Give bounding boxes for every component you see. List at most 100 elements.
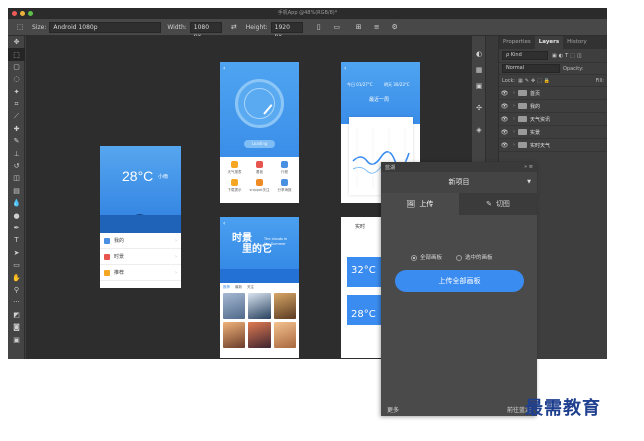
menu-item-recommend[interactable]: 推荐 › [100,265,181,281]
move-tool-icon[interactable]: ✥ [8,36,25,48]
history-brush-icon[interactable]: ↺ [8,160,25,172]
expand-arrow-icon[interactable]: › [510,142,518,148]
tab-latest[interactable]: 最新 [235,285,242,289]
grid-item[interactable]: 天气报表 [222,161,247,175]
visibility-eye-icon[interactable]: 👁 [499,142,510,149]
expand-arrow-icon[interactable]: › [510,116,518,122]
layer-filter-select[interactable]: ρ Kind [502,51,548,60]
radio-selected-artboards[interactable]: 选中的画板 [456,253,493,261]
quick-mask-icon[interactable]: ◙ [8,321,25,333]
photo-thumb[interactable] [248,293,271,319]
photo-thumb[interactable] [223,293,246,319]
gradient-tool-icon[interactable]: ▤ [8,185,25,197]
artboard-gauge[interactable]: ‹ Loading 天气报表 看板 行程 下载提示 snippet关注 分享海报 [220,62,299,203]
project-select[interactable]: 新项目 ▼ [381,172,537,193]
adjustments-panel-icon[interactable]: ✣ [472,100,486,116]
layer-row[interactable]: 👁 › 实景 [499,126,607,139]
expand-arrow-icon[interactable]: › [510,129,518,135]
filter-icons[interactable]: ▣◐T⬚◫ [552,53,584,59]
height-field[interactable]: 1920 px [270,21,303,40]
layer-row[interactable]: 👁 › 天气资讯 [499,113,607,126]
layer-row[interactable]: 👁 › 首页 [499,87,607,100]
stamp-tool-icon[interactable]: ⊥ [8,148,25,160]
magic-wand-icon[interactable]: ✦ [8,86,25,98]
blend-mode-select[interactable]: Normal [502,64,560,73]
align-icon[interactable]: ≡ [371,22,383,33]
eyedropper-icon[interactable]: ⟋ [8,110,25,122]
artboard-tool-icon[interactable]: ⬚ [8,48,25,61]
add-artboard-icon[interactable]: ⊞ [353,22,365,33]
path-selection-icon[interactable]: ➤ [8,247,25,259]
minimize-window-button[interactable] [20,11,25,16]
gauge-button[interactable]: Loading [244,140,275,148]
menu-item-scene[interactable]: 时景 › [100,249,181,265]
landscape-icon[interactable]: ▭ [331,22,343,33]
width-field[interactable]: 1080 px [189,21,222,40]
tab-follow[interactable]: 关注 [247,285,254,289]
pen-tool-icon[interactable]: ✒ [8,222,25,234]
back-icon[interactable]: ‹ [344,65,346,72]
grid-item[interactable]: 行程 [272,161,297,175]
tab-slice[interactable]: ✎ 切图 [459,193,537,215]
hand-tool-icon[interactable]: ✋ [8,271,25,283]
lasso-tool-icon[interactable]: ◌ [8,73,25,85]
photo-thumb[interactable] [273,322,296,348]
zoom-tool-icon[interactable]: ⚲ [8,284,25,296]
artboard-gallery[interactable]: ‹ 时景 里的它 The clouds in the Summer 推荐 最新 … [220,217,299,358]
expand-arrow-icon[interactable]: › [510,90,518,96]
blur-tool-icon[interactable]: 💧 [8,197,25,209]
brush-tool-icon[interactable]: ✎ [8,135,25,147]
healing-brush-icon[interactable]: ✚ [8,123,25,135]
tab-properties[interactable]: Properties [499,36,535,49]
radio-all-artboards[interactable]: 全部画板 [411,253,442,261]
marquee-tool-icon[interactable]: ▢ [8,61,25,73]
photo-thumb[interactable] [273,293,296,319]
swap-icon[interactable]: ⇄ [228,22,240,33]
rectangle-tool-icon[interactable]: ▭ [8,259,25,271]
size-select[interactable]: Android 1080p [49,21,162,33]
swatches-panel-icon[interactable]: ▦ [472,62,486,78]
screen-mode-icon[interactable]: ▣ [8,333,25,345]
more-tools-icon[interactable]: ··· [8,296,25,308]
panel-menu-icon[interactable]: » ≡ [524,164,533,170]
visibility-eye-icon[interactable]: 👁 [499,103,510,110]
layer-row[interactable]: 👁 › 我的 [499,100,607,113]
tab-recommend[interactable]: 推荐 [223,285,230,289]
crop-tool-icon[interactable]: ⌗ [8,98,25,110]
lock-icons[interactable]: ▦✎✥⬚🔒 [518,78,552,84]
visibility-eye-icon[interactable]: 👁 [499,90,510,97]
grid-item[interactable]: 下载提示 [222,179,247,193]
visibility-eye-icon[interactable]: 👁 [499,116,510,123]
upload-all-button[interactable]: 上传全部画板 [395,270,524,292]
type-tool-icon[interactable]: T [8,234,25,246]
portrait-icon[interactable]: ▯ [313,22,325,33]
visibility-eye-icon[interactable]: 👁 [499,129,510,136]
eraser-icon[interactable]: ◫ [8,172,25,184]
more-link[interactable]: 更多 [387,405,399,414]
grid-item[interactable]: 分享海报 [272,179,297,193]
layer-row[interactable]: 👁 › 实时天气 [499,139,607,152]
back-icon[interactable]: ‹ [223,65,225,72]
grid-item[interactable]: 看板 [247,161,272,175]
menu-label: 时景 [114,254,125,260]
lock-row: Lock: ▦✎✥⬚🔒 Fill: [499,75,607,87]
tab-history[interactable]: History [563,36,591,49]
back-icon[interactable]: ‹ [223,220,225,227]
tab-layers[interactable]: Layers [534,36,564,49]
color-swatches-icon[interactable]: ◩ [8,309,25,321]
tab-upload[interactable]: 🖼 上传 [381,193,459,215]
grid-item[interactable]: snippet关注 [247,179,272,193]
expand-arrow-icon[interactable]: › [510,103,518,109]
close-window-button[interactable] [12,11,17,16]
dodge-tool-icon[interactable]: ● [8,209,25,221]
color-panel-icon[interactable]: ◐ [472,46,486,62]
gear-icon[interactable]: ⚙ [389,22,401,33]
zoom-window-button[interactable] [28,11,33,16]
libraries-panel-icon[interactable]: ▣ [472,78,486,94]
plugin-panel-icon[interactable]: ◈ [472,122,486,138]
photo-thumb[interactable] [248,322,271,348]
photo-thumb[interactable] [223,322,246,348]
artboard-weather-home[interactable]: 28°C 小雨 我的 › 时景 › 推荐 › [100,146,181,288]
artboard-tool-icon[interactable]: ⬚ [14,22,26,33]
menu-item-mine[interactable]: 我的 › [100,233,181,249]
